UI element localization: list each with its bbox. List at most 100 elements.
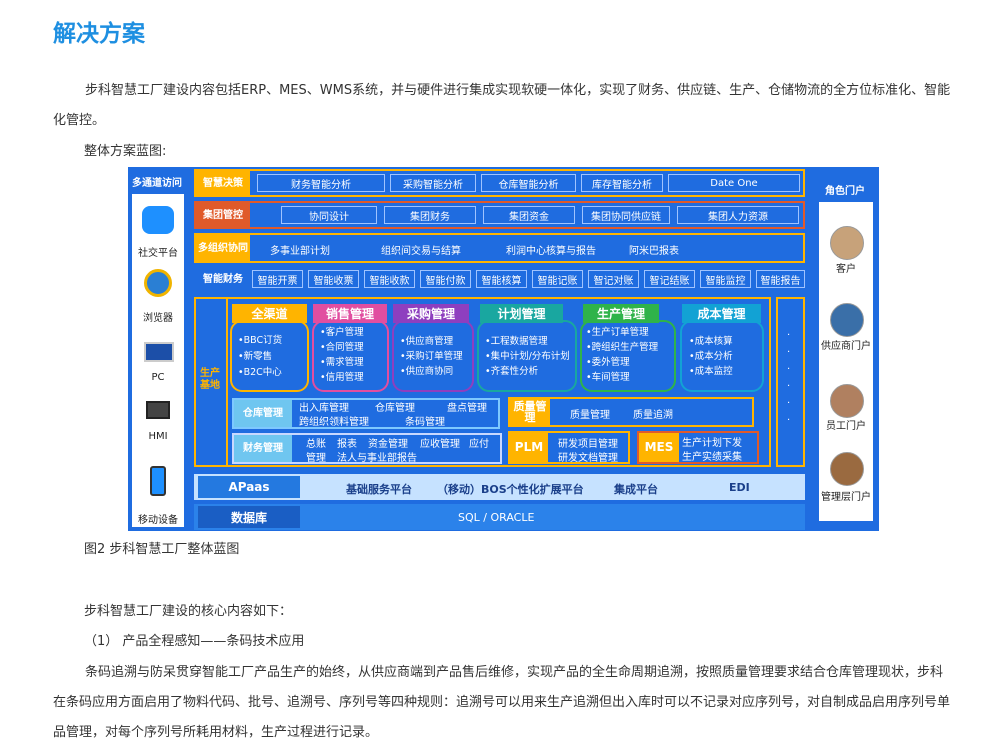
module-item: •需求管理 — [320, 357, 364, 368]
row2-item: 集团人力资源 — [677, 206, 799, 224]
row2-label: 集团管控 — [196, 203, 250, 227]
row3-item: 利润中心核算与报告 — [506, 246, 596, 257]
solution-blueprint-diagram: 多通道访问 社交平台 浏览器 PC HMI 移动设备 角色门户 客户 供应商门户… — [128, 167, 879, 531]
module-item: •成本分析 — [689, 351, 733, 362]
module-item: •齐套性分析 — [485, 366, 539, 377]
intro-paragraph: 步科智慧工厂建设内容包括ERP、MES、WMS系统，并与硬件进行集成实现软硬一体… — [53, 83, 951, 128]
core-intro: 步科智慧工厂建设的核心内容如下： — [84, 604, 293, 619]
module-item: •委外管理 — [586, 357, 630, 368]
finance-item: 资金管理 — [368, 439, 408, 450]
module-item: •BBC订货 — [238, 335, 283, 346]
employee-avatar — [830, 384, 864, 418]
row4-item: 智能开票 — [252, 270, 303, 288]
browser-icon — [144, 269, 172, 297]
row1-item: Date One — [668, 174, 800, 192]
role-customer: 客户 — [836, 264, 856, 275]
channel-pc: PC — [151, 372, 165, 383]
row4-item: 智能监控 — [700, 270, 751, 288]
blueprint-label: 整体方案蓝图: — [84, 144, 167, 159]
more-modules — [776, 297, 805, 467]
role-manager: 管理层门户 — [821, 492, 871, 503]
row4-item: 智能记账 — [532, 270, 583, 288]
warehouse-item: 仓库管理 — [375, 403, 415, 414]
customer-avatar — [830, 226, 864, 260]
channel-hmi: HMI — [148, 431, 168, 442]
row3-item: 阿米巴报表 — [629, 246, 679, 257]
page-title: 解决方案 — [53, 21, 145, 47]
warehouse-label: 仓库管理 — [234, 400, 292, 427]
module-item: •生产订单管理 — [586, 327, 649, 338]
module-item: •采购订单管理 — [400, 351, 463, 362]
plm-item: 研发文档管理 — [558, 453, 618, 464]
role-supplier: 供应商门户 — [821, 341, 871, 352]
item1-body: 条码追溯与防呆贯穿智能工厂产品生产的始终，从供应商端到产品售后维修，实现产品的全… — [53, 665, 951, 740]
production-base-label: 生产基地 — [200, 368, 220, 391]
row4-item: 智记对账 — [588, 270, 639, 288]
channels-title: 多通道访问 — [132, 178, 182, 189]
finance-item: 法人与事业部报告 — [337, 453, 417, 464]
apaas-item: EDI — [729, 481, 750, 494]
ellipsis-dots: · · · · · · — [787, 330, 791, 426]
apaas-item: 基础服务平台 — [346, 483, 412, 496]
row4-label: 智能财务 — [196, 266, 250, 292]
module-item: •B2C中心 — [238, 367, 282, 378]
finance-item: 报表 — [337, 439, 357, 450]
row2-item: 集团财务 — [384, 206, 476, 224]
row4-item: 智能核算 — [476, 270, 527, 288]
row1-item: 采购智能分析 — [390, 174, 476, 192]
row4-item: 智能收票 — [308, 270, 359, 288]
plm-item: 研发项目管理 — [558, 439, 618, 450]
warehouse-item: 跨组织领料管理 — [299, 417, 369, 428]
channel-social: 社交平台 — [138, 248, 178, 259]
row1-item: 库存智能分析 — [581, 174, 663, 192]
row4-item: 智能收款 — [364, 270, 415, 288]
hmi-icon — [146, 401, 170, 419]
database-label: 数据库 — [198, 506, 300, 528]
module-item: •成本核算 — [689, 336, 733, 347]
channel-browser: 浏览器 — [143, 313, 173, 324]
quality-item: 质量追溯 — [633, 410, 673, 421]
roles-panel: 客户 供应商门户 员工门户 管理层门户 — [819, 202, 873, 521]
module-item: •成本监控 — [689, 366, 733, 377]
module-item: •供应商管理 — [400, 336, 454, 347]
supplier-avatar — [830, 303, 864, 337]
module-item: •客户管理 — [320, 327, 364, 338]
mes-item: 生产计划下发 — [682, 438, 742, 449]
quality-label: 质量管理 — [510, 399, 550, 425]
finance-item: 应付 — [469, 439, 489, 450]
row3-item: 组织间交易与结算 — [381, 246, 461, 257]
module-item: •信用管理 — [320, 372, 364, 383]
apaas-item: 集成平台 — [614, 483, 658, 496]
pc-icon — [144, 342, 174, 362]
module-item: •跨组织生产管理 — [586, 342, 659, 353]
row4-item: 智能报告 — [756, 270, 805, 288]
row2-item: 协同设计 — [281, 206, 377, 224]
module-item: •合同管理 — [320, 342, 364, 353]
module-item: •供应商协同 — [400, 366, 454, 377]
row1-item: 财务智能分析 — [257, 174, 385, 192]
roles-title: 角色门户 — [825, 186, 865, 197]
warehouse-item: 盘点管理 — [447, 403, 487, 414]
quality-item: 质量管理 — [570, 410, 610, 421]
module-item: •新零售 — [238, 351, 273, 362]
apaas-label: APaas — [198, 476, 300, 498]
module-item: •车间管理 — [586, 372, 630, 383]
row3-label: 多组织协同 — [196, 235, 250, 261]
row1-label: 智慧决策 — [196, 171, 250, 195]
cloud-icon — [142, 206, 174, 234]
row1-item: 仓库智能分析 — [481, 174, 576, 192]
channels-panel: 社交平台 浏览器 PC HMI 移动设备 — [132, 194, 184, 527]
finance-item: 管理 — [306, 453, 326, 464]
row4-item: 智记结账 — [644, 270, 695, 288]
mes-item: 生产实绩采集 — [682, 452, 742, 463]
finance-label: 财务管理 — [234, 435, 292, 462]
figure-caption: 图2 步科智慧工厂整体蓝图 — [84, 542, 240, 557]
apaas-item: （移动）BOS个性化扩展平台 — [437, 483, 584, 496]
row2-item: 集团协同供应链 — [582, 206, 670, 224]
warehouse-item: 出入库管理 — [299, 403, 349, 414]
row4-item: 智能付款 — [420, 270, 471, 288]
warehouse-item: 条码管理 — [405, 417, 445, 428]
module-item: •工程数据管理 — [485, 336, 548, 347]
finance-item: 应收管理 — [420, 439, 460, 450]
mes-label: MES — [639, 433, 679, 462]
